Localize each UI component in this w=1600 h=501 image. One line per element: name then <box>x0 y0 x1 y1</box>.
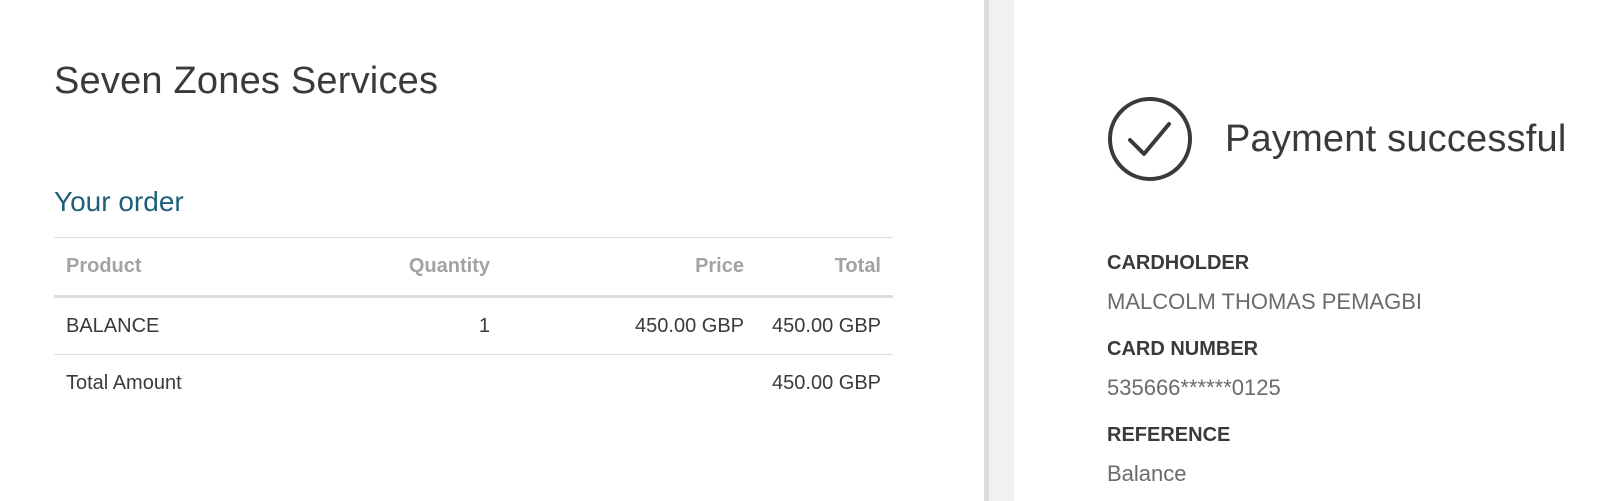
price-cell: 450.00 GBP <box>502 296 756 355</box>
cardholder-value: MALCOLM THOMAS PEMAGBI <box>1107 289 1422 314</box>
reference-value: Balance <box>1107 461 1187 486</box>
panel-divider <box>984 0 1014 501</box>
total-amount-label: Total Amount <box>66 371 182 394</box>
order-heading: Your order <box>54 186 184 217</box>
total-cell: 450.00 GBP <box>756 296 893 355</box>
total-amount-value: 450.00 GBP <box>772 371 881 394</box>
payment-details-panel: Payment successful CARDHOLDER MALCOLM TH… <box>1014 0 1600 501</box>
column-header-quantity: Quantity <box>298 237 502 298</box>
order-summary-panel: Seven Zones Services Your order Product … <box>0 0 984 501</box>
card-number-label: CARD NUMBER <box>1107 338 1259 360</box>
column-header-price: Price <box>502 237 756 298</box>
table-row: BALANCE 1 450.00 GBP 450.00 GBP <box>54 296 893 355</box>
table-header-row: Product Quantity Price Total <box>54 237 893 298</box>
card-number-detail: CARD NUMBER 535666******0125 <box>1107 338 1281 401</box>
reference-label: REFERENCE <box>1107 424 1231 446</box>
quantity-cell: 1 <box>298 296 502 355</box>
cardholder-detail: CARDHOLDER MALCOLM THOMAS PEMAGBI <box>1107 252 1422 315</box>
check-circle-icon <box>1108 97 1192 181</box>
cardholder-label: CARDHOLDER <box>1107 252 1250 274</box>
empty-cell <box>298 355 502 412</box>
order-table: Product Quantity Price Total BALANCE 1 4… <box>54 237 893 411</box>
column-header-total: Total <box>756 237 893 298</box>
card-number-value: 535666******0125 <box>1107 375 1281 400</box>
column-header-product: Product <box>54 237 298 298</box>
merchant-name: Seven Zones Services <box>54 60 439 102</box>
total-amount-row: Total Amount 450.00 GBP <box>54 355 893 412</box>
empty-cell <box>502 355 756 412</box>
payment-confirmation-page: Seven Zones Services Your order Product … <box>0 0 1600 501</box>
payment-status: Payment successful <box>1107 96 1567 182</box>
payment-status-text: Payment successful <box>1225 117 1567 160</box>
product-cell: BALANCE <box>54 296 298 355</box>
reference-detail: REFERENCE Balance <box>1107 424 1230 487</box>
